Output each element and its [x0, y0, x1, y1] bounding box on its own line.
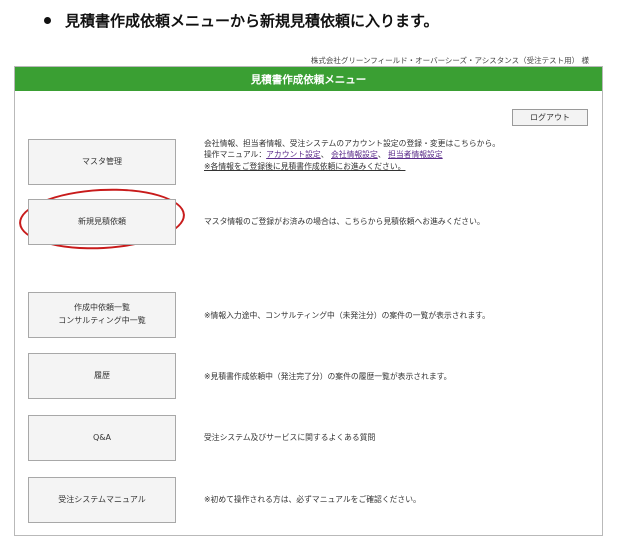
account-settings-link[interactable]: アカウント設定 — [266, 150, 321, 159]
history-button[interactable]: 履歴 — [28, 353, 176, 399]
logout-button[interactable]: ログアウト — [512, 109, 588, 126]
new-estimate-description: マスタ情報のご登録がお済みの場合は、こちらから見積依頼へお進みください。 — [204, 217, 485, 226]
system-manual-description: ※初めて操作される方は、必ずマニュアルをご確認ください。 — [204, 495, 421, 504]
manual-prefix: 操作マニュアル： — [204, 150, 267, 160]
new-estimate-button[interactable]: 新規見積依頼 — [28, 199, 176, 245]
master-desc-line2: 操作マニュアル：アカウント設定、 会社情報設定、 担当者情報設定 — [204, 149, 500, 160]
menu-panel: 見積書作成依頼メニュー ログアウト マスタ管理 会社情報、担当者情報、受注システ… — [14, 66, 603, 536]
system-manual-button[interactable]: 受注システムマニュアル — [28, 477, 176, 523]
staff-settings-link[interactable]: 担当者情報設定 — [388, 150, 443, 159]
instruction-label: 見積書作成依頼メニューから新規見積依頼に入ります。 — [65, 12, 439, 30]
master-management-label: マスタ管理 — [82, 156, 122, 166]
master-management-button[interactable]: マスタ管理 — [28, 139, 176, 185]
in-progress-label-line2: コンサルティング中一覧 — [58, 316, 146, 325]
separator: 、 — [320, 150, 329, 160]
in-progress-description: ※情報入力途中、コンサルティング中（未発注分）の案件の一覧が表示されます。 — [204, 311, 490, 320]
qa-button[interactable]: Q&A — [28, 415, 176, 461]
history-label: 履歴 — [94, 370, 110, 380]
qa-description: 受注システム及びサービスに関するよくある質問 — [204, 433, 376, 442]
separator: 、 — [377, 150, 386, 160]
in-progress-list-button[interactable]: 作成中依頼一覧 コンサルティング中一覧 — [28, 292, 176, 338]
master-management-description: 会社情報、担当者情報、受注システムのアカウント設定の登録・変更はこちらから。 操… — [204, 138, 500, 172]
in-progress-label-line1: 作成中依頼一覧 — [74, 303, 130, 313]
company-settings-link[interactable]: 会社情報設定 — [331, 150, 378, 159]
page-title: 見積書作成依頼メニュー — [15, 67, 602, 91]
company-name: 株式会社グリーンフィールド・オーバーシーズ・アシスタンス（受注テスト用） 様 — [310, 56, 589, 65]
qa-label: Q&A — [92, 432, 111, 442]
instruction-text: 見積書作成依頼メニューから新規見積依頼に入ります。 — [44, 10, 439, 31]
bullet-icon — [44, 17, 51, 24]
master-note: ※各情報をご登録後に見積書作成依頼にお進みください。 — [204, 161, 406, 171]
new-estimate-label: 新規見積依頼 — [78, 216, 126, 226]
system-manual-label: 受注システムマニュアル — [58, 494, 146, 504]
history-description: ※見積書作成依頼中（発注完了分）の案件の履歴一覧が表示されます。 — [204, 372, 452, 381]
master-desc-line1: 会社情報、担当者情報、受注システムのアカウント設定の登録・変更はこちらから。 — [204, 139, 501, 148]
